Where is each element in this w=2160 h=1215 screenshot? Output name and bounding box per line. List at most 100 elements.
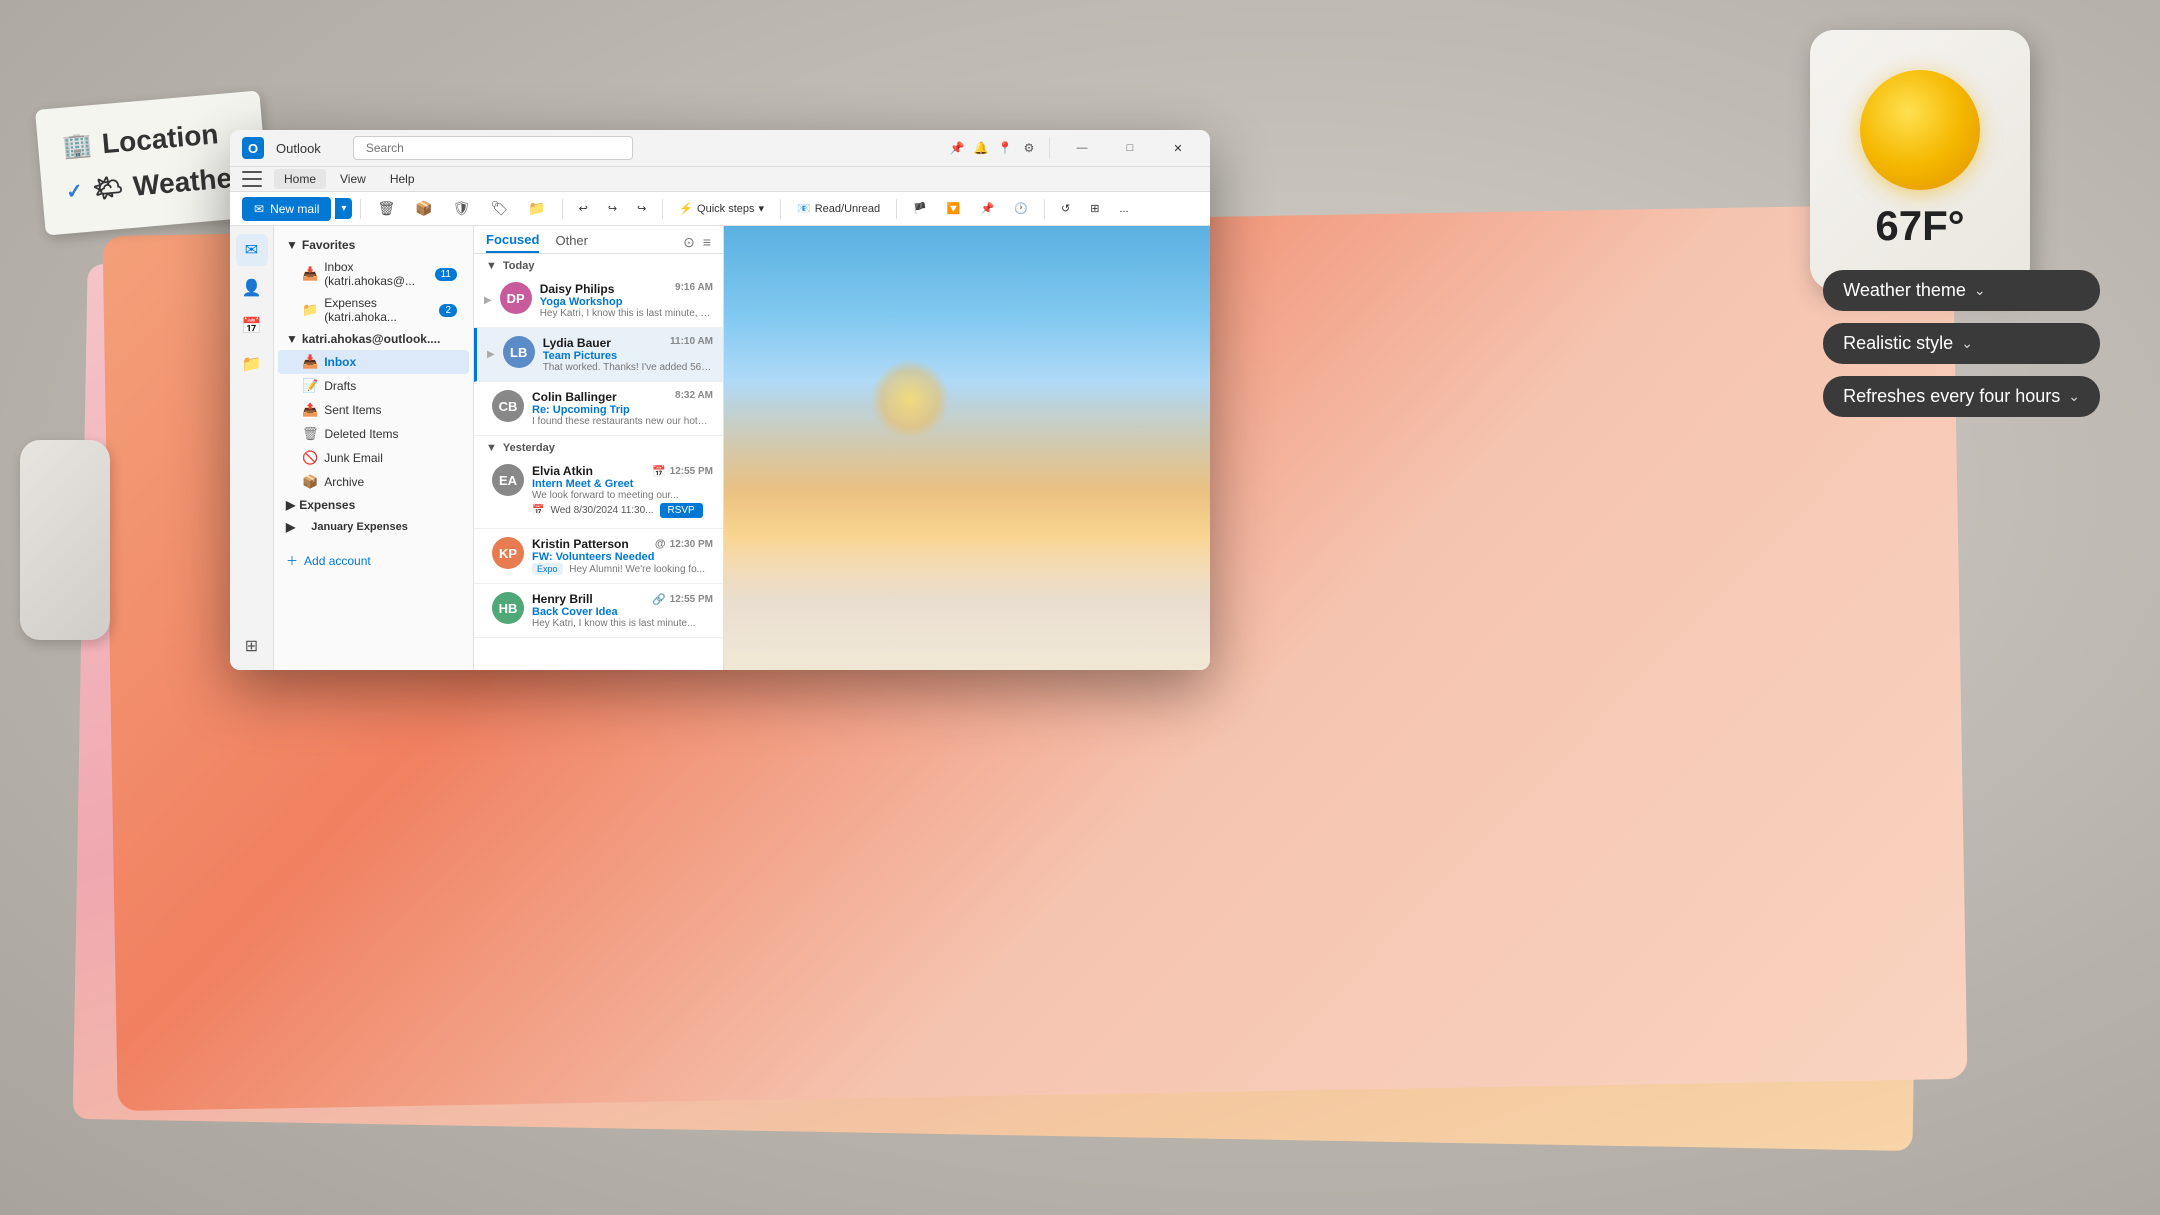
expo-tag: Expo	[532, 563, 563, 575]
sort-icon[interactable]: ≡	[703, 234, 711, 251]
reading-pane	[724, 226, 1210, 670]
grid-button[interactable]: ⊞	[1082, 198, 1107, 219]
archive-button[interactable]: 📦	[407, 196, 440, 221]
sidebar-item-sent[interactable]: 📤 Sent Items	[278, 398, 469, 422]
email-content-lydia: Lydia Bauer 11:10 AM Team Pictures That …	[543, 336, 713, 373]
sidebar-item-deleted[interactable]: 🗑 Deleted Items	[278, 422, 469, 446]
email-item-lydia[interactable]: ▶ LB Lydia Bauer 11:10 AM Team Pictures …	[474, 328, 723, 382]
email-tabs: Focused Other ⊙ ≡	[474, 226, 723, 254]
filter-icon[interactable]: ⊙	[683, 234, 695, 251]
pin-button[interactable]: 📌	[973, 198, 1003, 219]
email-item-elvia[interactable]: EA Elvia Atkin 📅 12:55 PM Intern Meet & …	[474, 456, 723, 529]
subject-elvia: Intern Meet & Greet	[532, 478, 713, 490]
separator	[780, 199, 781, 219]
calendar-small-icon: 📅	[532, 505, 544, 516]
nav-mail-icon[interactable]: ✉	[236, 234, 268, 266]
menu-help[interactable]: Help	[380, 169, 425, 189]
drafts-icon: 📝	[302, 378, 318, 394]
account-label: katri.ahokas@outlook....	[302, 332, 440, 346]
nav-files-icon[interactable]: 📁	[236, 348, 268, 380]
add-account-label: Add account	[304, 554, 371, 568]
sidebar-item-inbox[interactable]: 📥 Inbox	[278, 350, 469, 374]
outlook-window: O Outlook 📌 🔔 📍 ⚙ — □ ✕ Home View Help ✉	[230, 130, 1210, 670]
subject-daisy: Yoga Workshop	[540, 296, 713, 308]
email-item-henry[interactable]: HB Henry Brill 🔗 12:55 PM Back Cover Ide…	[474, 584, 723, 638]
nav-calendar-icon[interactable]: 📅	[236, 310, 268, 342]
clock-button[interactable]: 🕐	[1006, 198, 1036, 219]
inbox-icon: 📥	[302, 266, 318, 282]
email-content-henry: Henry Brill 🔗 12:55 PM Back Cover Idea H…	[532, 592, 713, 629]
delete-button[interactable]: 🗑	[369, 196, 403, 221]
nav-apps-icon[interactable]: ⊞	[236, 630, 268, 662]
nav-people-icon[interactable]: 👤	[236, 272, 268, 304]
tab-focused[interactable]: Focused	[486, 232, 539, 253]
january-expenses-section[interactable]: ▶ January Expenses	[274, 516, 473, 538]
search-bar[interactable]	[353, 136, 633, 160]
subject-lydia: Team Pictures	[543, 350, 713, 362]
minimize-button[interactable]: —	[1062, 136, 1102, 160]
email-content-daisy: Daisy Philips 9:16 AM Yoga Workshop Hey …	[540, 282, 713, 319]
refresh-button[interactable]: ↺	[1053, 198, 1078, 219]
email-item-kristin[interactable]: KP Kristin Patterson @ 12:30 PM FW: Volu…	[474, 529, 723, 584]
filter-button[interactable]: 🔽	[939, 198, 969, 219]
pin-icon[interactable]: 📌	[949, 140, 965, 156]
sidebar-item-inbox-fav[interactable]: 📥 Inbox (katri.ahokas@... 11	[278, 256, 469, 292]
sidebar-item-drafts[interactable]: 📝 Drafts	[278, 374, 469, 398]
hamburger-menu[interactable]	[242, 171, 262, 187]
realistic-style-option[interactable]: Realistic style ⌄	[1823, 323, 2100, 364]
tab-other[interactable]: Other	[555, 233, 588, 252]
read-unread-button[interactable]: 📧 Read/Unread	[789, 198, 888, 219]
sent-icon: 📤	[302, 402, 318, 418]
email-list-panel: Focused Other ⊙ ≡ ▼ Today ▶ DP	[474, 226, 724, 670]
settings-icon[interactable]: ⚙	[1021, 140, 1037, 156]
redo2-button[interactable]: ↪	[629, 198, 654, 219]
app-title: Outlook	[276, 141, 321, 156]
avatar-elvia: EA	[492, 464, 524, 496]
move-button[interactable]: 📁	[520, 196, 553, 221]
menu-bar: Home View Help	[230, 167, 1210, 192]
account-section[interactable]: ▼ katri.ahokas@outlook....	[274, 328, 473, 350]
move-to-button[interactable]: 🛡	[445, 196, 479, 221]
preview-henry: Hey Katri, I know this is last minute...	[532, 618, 713, 629]
maximize-button[interactable]: □	[1110, 136, 1150, 160]
search-input[interactable]	[353, 136, 633, 160]
sidebar-item-expenses-fav[interactable]: 📁 Expenses (katri.ahoka... 2	[278, 292, 469, 328]
new-mail-button[interactable]: ✉ New mail	[242, 197, 331, 221]
tag-button[interactable]: 🏷	[482, 196, 516, 221]
sidebar-item-junk[interactable]: 🚫 Junk Email	[278, 446, 469, 470]
avatar-colin: CB	[492, 390, 524, 422]
move-icon: 🛡	[453, 200, 471, 217]
avatar-kristin: KP	[492, 537, 524, 569]
weather-theme-option[interactable]: Weather theme ⌄	[1823, 270, 2100, 311]
sidebar-item-archive[interactable]: 📦 Archive	[278, 470, 469, 494]
delete-icon: 🗑	[377, 200, 395, 217]
flag-button[interactable]: 🏴	[905, 198, 935, 219]
refresh-option[interactable]: Refreshes every four hours ⌄	[1823, 376, 2100, 417]
favorites-section[interactable]: ▼ Favorites	[274, 234, 473, 256]
menu-home[interactable]: Home	[274, 169, 326, 189]
chevron-icon: ▼	[286, 332, 298, 346]
email-item-colin[interactable]: CB Colin Ballinger 8:32 AM Re: Upcoming …	[474, 382, 723, 436]
read-unread-label: Read/Unread	[815, 203, 880, 215]
redo1-button[interactable]: ↪	[600, 198, 625, 219]
new-mail-dropdown[interactable]: ▾	[335, 198, 352, 219]
cloud-layer	[724, 404, 1210, 670]
menu-view[interactable]: View	[330, 169, 376, 189]
add-account-button[interactable]: ＋ Add account	[274, 546, 473, 575]
rsvp-button[interactable]: RSVP	[660, 503, 703, 518]
email-item-daisy[interactable]: ▶ DP Daisy Philips 9:16 AM Yoga Workshop…	[474, 274, 723, 328]
sender-colin: Colin Ballinger 8:32 AM	[532, 390, 713, 404]
new-mail-label: New mail	[270, 202, 319, 216]
preview-daisy: Hey Katri, I know this is last minute, b…	[540, 308, 713, 319]
quick-steps-button[interactable]: ⚡ Quick steps ▾	[671, 198, 772, 219]
preview-lydia: That worked. Thanks! I've added 56 of...	[543, 362, 713, 373]
location-pin-icon[interactable]: 📍	[997, 140, 1013, 156]
more-button[interactable]: ...	[1111, 199, 1136, 219]
weather-settings-panel: Weather theme ⌄ Realistic style ⌄ Refres…	[1823, 270, 2100, 417]
expenses-section[interactable]: ▶ Expenses	[274, 494, 473, 516]
email-icon: 📧	[797, 202, 811, 215]
close-button[interactable]: ✕	[1158, 136, 1198, 160]
bell-icon[interactable]: 🔔	[973, 140, 989, 156]
weather-theme-label: Weather theme	[1843, 280, 1966, 301]
undo-button[interactable]: ↩	[571, 198, 596, 219]
